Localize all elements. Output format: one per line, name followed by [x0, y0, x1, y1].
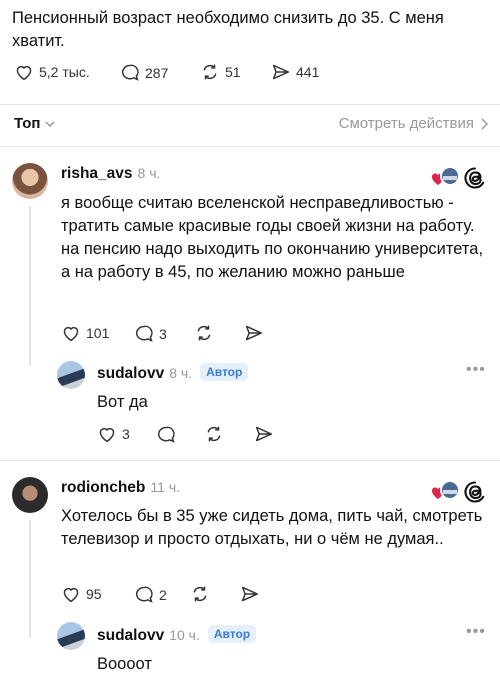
sort-dropdown[interactable]: Топ: [14, 115, 56, 132]
like-count: 95: [86, 586, 102, 602]
divider: [0, 460, 500, 461]
repost-button[interactable]: [190, 585, 210, 603]
liked-by-author-icon: [430, 480, 460, 502]
timestamp: 8 ч.: [137, 165, 161, 181]
comment-icon: [156, 425, 176, 444]
timestamp: 8 ч.: [169, 365, 193, 381]
chevron-right-icon: [480, 117, 488, 130]
view-activity-label: Смотреть действия: [338, 115, 474, 132]
more-options-button[interactable]: •••: [466, 624, 486, 640]
comment-count: 2: [159, 586, 167, 603]
comment-button[interactable]: [156, 425, 176, 444]
comment-icon: [134, 585, 154, 604]
liked-by-author-icon: [430, 166, 460, 188]
like-button[interactable]: 95: [61, 585, 102, 603]
repost-icon: [194, 324, 214, 342]
post-repost-count: 51: [225, 64, 241, 80]
send-icon: [254, 425, 274, 443]
comment-header: sudalovv 8 ч. Автор: [97, 363, 249, 383]
post-share-count: 441: [296, 64, 320, 80]
avatar[interactable]: [12, 163, 48, 199]
username[interactable]: rodioncheb: [61, 479, 145, 496]
thread-line: [29, 520, 31, 638]
repost-button[interactable]: [204, 425, 224, 443]
repost-icon: [204, 425, 224, 443]
divider: [0, 104, 500, 105]
post-comment-count: 287: [145, 64, 169, 81]
heart-icon: [97, 425, 117, 443]
chevron-down-icon: [44, 119, 56, 129]
more-options-button[interactable]: •••: [466, 362, 486, 378]
comment-text: я вообще считаю вселенской несправедливо…: [61, 194, 484, 281]
comment-text: Хотелось бы в 35 уже сидеть дома, пить ч…: [61, 507, 483, 548]
username[interactable]: sudalovv: [97, 627, 164, 644]
post-share-button[interactable]: 441: [271, 63, 319, 81]
comment-text: Воооот: [97, 655, 152, 673]
like-count: 101: [86, 325, 110, 341]
comment-header: sudalovv 10 ч. Автор: [97, 625, 257, 645]
share-button[interactable]: [254, 425, 274, 443]
heart-icon: [61, 324, 81, 342]
sort-label: Топ: [14, 115, 41, 132]
post-like-count: 5,2 тыс.: [39, 64, 90, 80]
comment-button[interactable]: 3: [134, 324, 167, 343]
comment-header: rodioncheb 11 ч.: [61, 479, 180, 497]
author-badge: Автор: [200, 363, 249, 381]
like-count: 3: [122, 426, 130, 442]
heart-icon: [14, 63, 34, 81]
repost-icon: [190, 585, 210, 603]
timestamp: 10 ч.: [169, 627, 200, 643]
send-icon: [244, 324, 264, 342]
send-icon: [240, 585, 260, 603]
thread-line: [29, 206, 31, 366]
comment-header: risha_avs 8 ч.: [61, 165, 160, 183]
timestamp: 11 ч.: [150, 479, 180, 495]
username[interactable]: risha_avs: [61, 165, 133, 182]
avatar[interactable]: [57, 361, 85, 389]
post-text: Пенсионный возраст необходимо снизить до…: [12, 9, 444, 50]
post-comment-button[interactable]: 287: [120, 63, 168, 82]
author-badge: Автор: [207, 625, 257, 643]
comment-button[interactable]: 2: [134, 585, 167, 604]
threads-logo-icon: [463, 166, 487, 190]
divider: [0, 146, 500, 147]
comment-icon: [120, 63, 140, 82]
like-button[interactable]: 101: [61, 324, 109, 342]
comment-icon: [134, 324, 154, 343]
share-button[interactable]: [240, 585, 260, 603]
repost-button[interactable]: [194, 324, 214, 342]
post-like-button[interactable]: 5,2 тыс.: [14, 63, 90, 81]
avatar[interactable]: [12, 477, 48, 513]
view-activity-link[interactable]: Смотреть действия: [339, 115, 488, 132]
send-icon: [271, 63, 291, 81]
comment-text: Вот да: [97, 393, 148, 411]
share-button[interactable]: [244, 324, 264, 342]
heart-icon: [61, 585, 81, 603]
repost-icon: [200, 63, 220, 81]
like-button[interactable]: 3: [97, 425, 130, 443]
post-repost-button[interactable]: 51: [200, 63, 241, 81]
threads-logo-icon: [463, 480, 487, 504]
avatar[interactable]: [57, 622, 85, 650]
comment-count: 3: [159, 325, 167, 342]
username[interactable]: sudalovv: [97, 365, 164, 382]
